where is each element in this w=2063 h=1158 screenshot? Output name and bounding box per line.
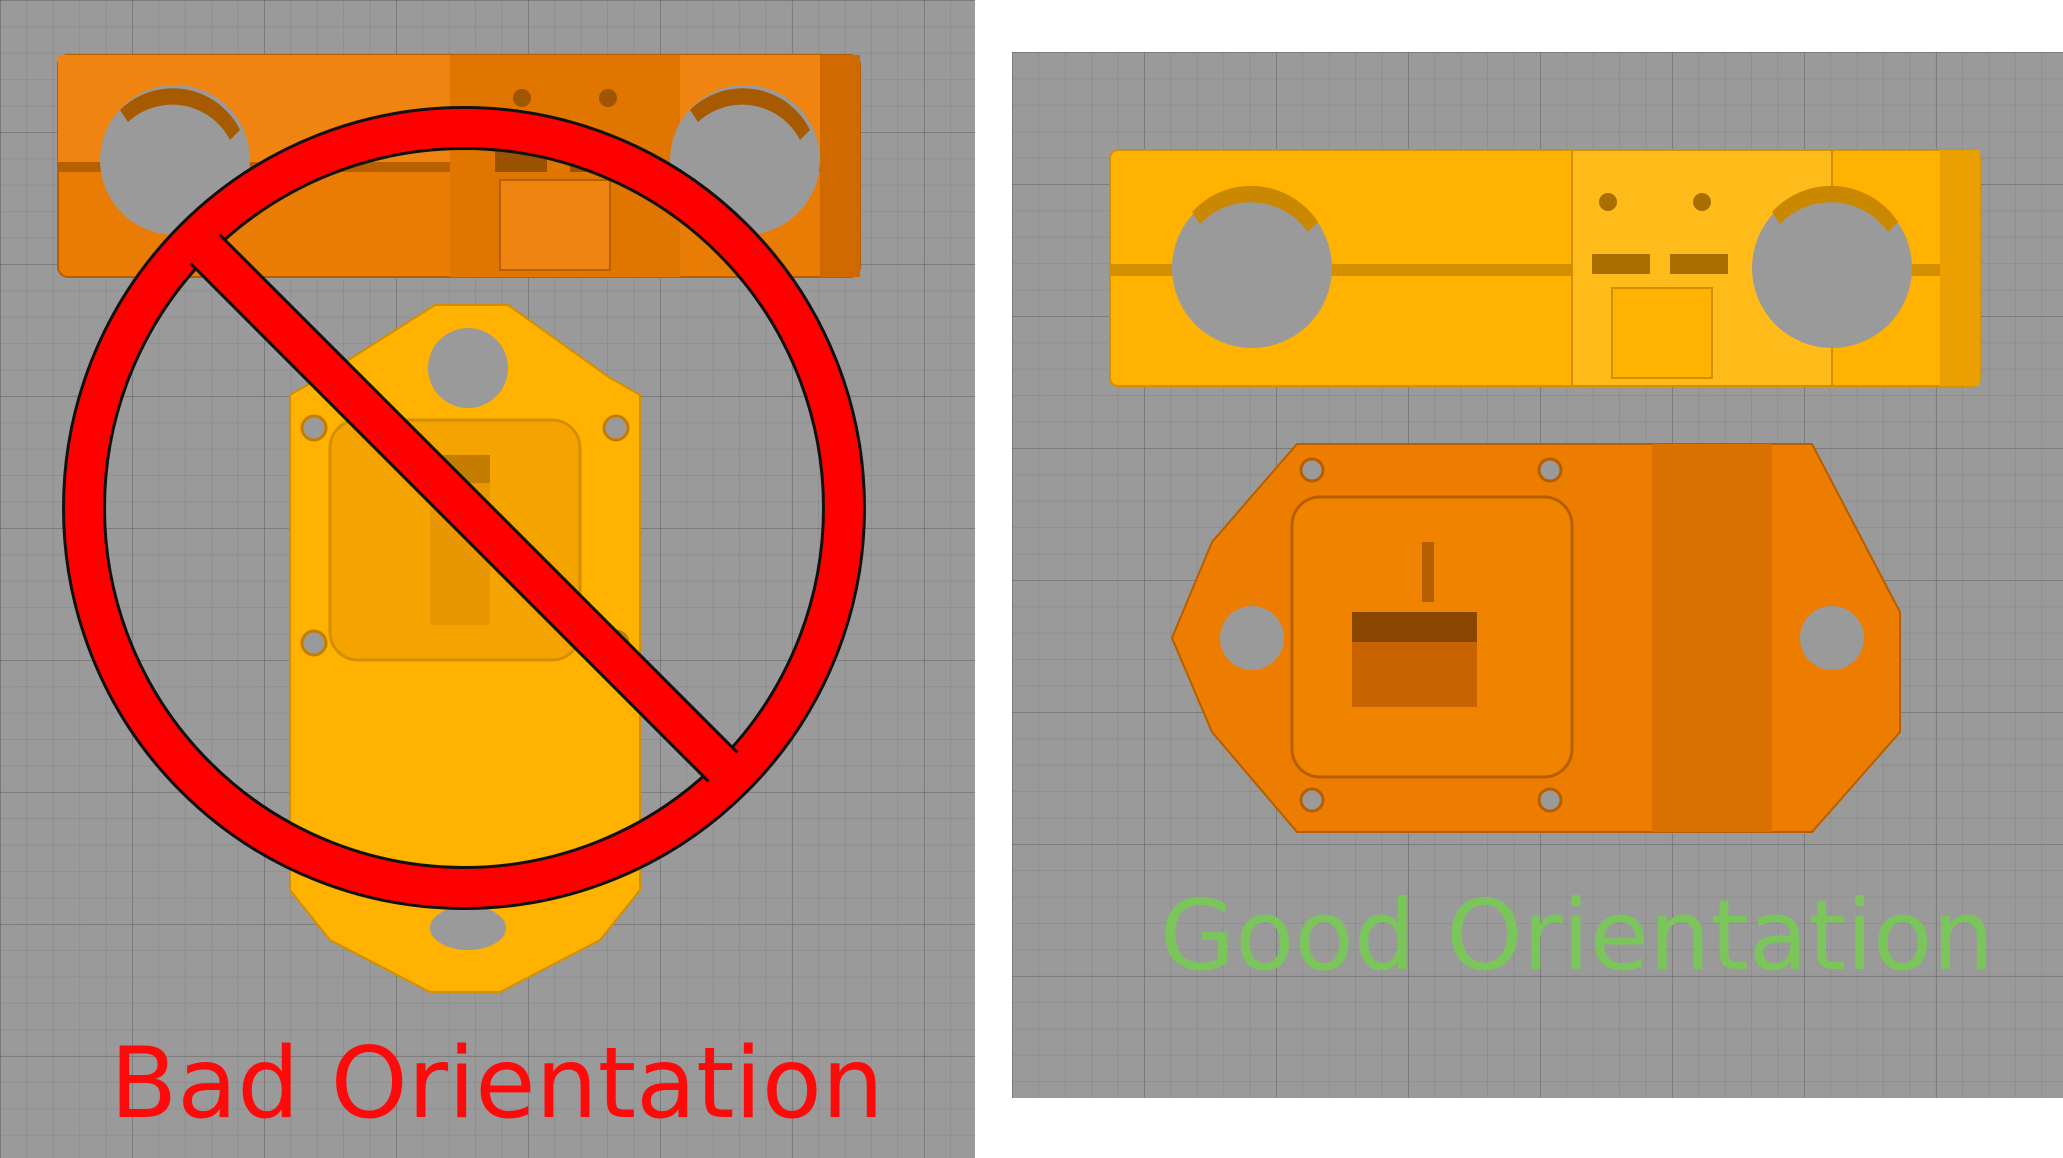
bracket-part [1170, 443, 1901, 833]
clamp-bar-part [1109, 149, 1981, 387]
bad-orientation-caption: Bad Orientation [110, 1027, 884, 1141]
bad-orientation-scene [57, 54, 866, 993]
bad-orientation-panel: Bad Orientation [0, 0, 975, 1158]
good-orientation-caption: Good Orientation [1160, 879, 1994, 992]
